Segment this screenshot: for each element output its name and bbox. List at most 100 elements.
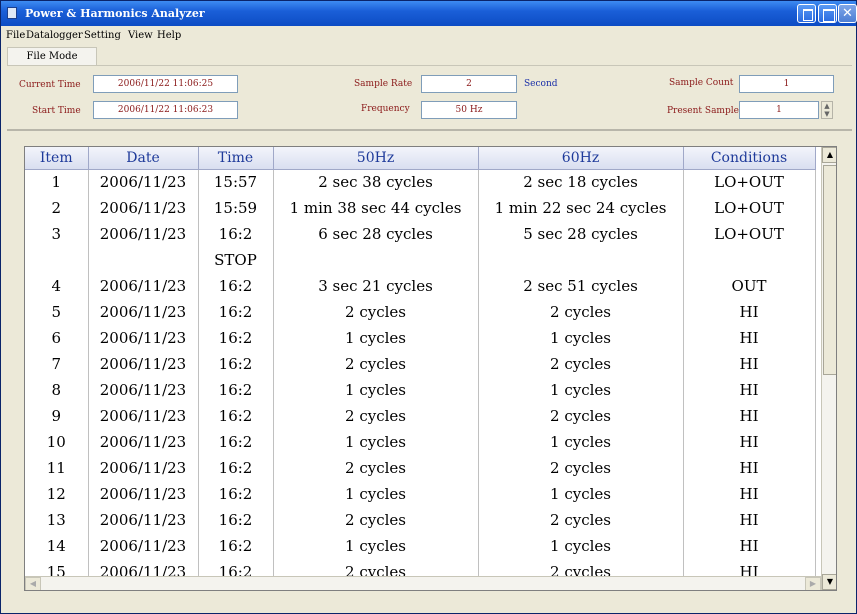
table-row[interactable]: STOP xyxy=(25,247,816,273)
close-icon: ✕ xyxy=(842,6,853,21)
cell-date: 2006/11/23 xyxy=(88,455,199,481)
table-row[interactable]: 5 2006/11/23 16:2 2 cycles 2 cycles HI xyxy=(25,299,816,325)
col-header-item[interactable]: Item xyxy=(25,147,89,170)
table-row[interactable]: 9 2006/11/23 16:2 2 cycles 2 cycles HI xyxy=(25,403,816,429)
minimize-button[interactable] xyxy=(797,4,816,23)
vertical-scrollbar[interactable]: ▲ ▼ xyxy=(821,147,836,590)
maximize-button[interactable] xyxy=(818,4,837,23)
tab-file-mode[interactable]: File Mode xyxy=(7,47,97,66)
table-row[interactable]: 6 2006/11/23 16:2 1 cycles 1 cycles HI xyxy=(25,325,816,351)
info-panel: Current Time 2006/11/22 11:06:25 Start T… xyxy=(7,65,852,125)
table-row[interactable]: 12 2006/11/23 16:2 1 cycles 1 cycles HI xyxy=(25,481,816,507)
cell-time: 16:2 xyxy=(198,533,274,559)
table-row[interactable]: 3 2006/11/23 16:2 6 sec 28 cycles 5 sec 28 c… xyxy=(25,221,816,247)
cell-conditions: LO+OUT xyxy=(683,221,816,247)
frequency-field[interactable]: 50 Hz xyxy=(421,101,517,119)
cell-date: 2006/11/23 xyxy=(88,351,199,377)
scroll-right-button[interactable]: ▶ xyxy=(805,577,821,590)
table-row[interactable]: 13 2006/11/23 16:2 2 cycles 2 cycles HI xyxy=(25,507,816,533)
cell-60hz: 2 cycles xyxy=(478,507,684,533)
cell-date: 2006/11/23 xyxy=(88,273,199,299)
scroll-down-button[interactable]: ▼ xyxy=(822,574,836,590)
table-row[interactable]: 7 2006/11/23 16:2 2 cycles 2 cycles HI xyxy=(25,351,816,377)
cell-item: 3 xyxy=(25,221,89,247)
scroll-thumb[interactable] xyxy=(823,165,836,375)
cell-item: 1 xyxy=(25,169,89,195)
cell-item: 2 xyxy=(25,195,89,221)
current-time-label: Current Time xyxy=(19,80,81,90)
table-row[interactable]: 11 2006/11/23 16:2 2 cycles 2 cycles HI xyxy=(25,455,816,481)
col-header-50hz[interactable]: 50Hz xyxy=(273,147,479,170)
col-header-conditions[interactable]: Conditions xyxy=(683,147,816,170)
title-bar[interactable]: Power & Harmonics Analyzer ✕ xyxy=(1,1,857,26)
table-row[interactable]: 10 2006/11/23 16:2 1 cycles 1 cycles HI xyxy=(25,429,816,455)
cell-time: 16:2 xyxy=(198,403,274,429)
table-row[interactable]: 1 2006/11/23 15:57 2 sec 38 cycles 2 sec 18 … xyxy=(25,169,816,195)
present-sample-label: Present Sample xyxy=(667,106,739,116)
maximize-icon xyxy=(819,5,836,22)
cell-50hz: 1 min 38 sec 44 cycles xyxy=(273,195,479,221)
col-header-date[interactable]: Date xyxy=(88,147,199,170)
frequency-label: Frequency xyxy=(361,104,410,114)
cell-item: 4 xyxy=(25,273,89,299)
cell-item: 12 xyxy=(25,481,89,507)
cell-item: 9 xyxy=(25,403,89,429)
cell-time: 15:59 xyxy=(198,195,274,221)
cell-50hz: 2 cycles xyxy=(273,351,479,377)
cell-date: 2006/11/23 xyxy=(88,533,199,559)
cell-conditions: HI xyxy=(683,507,816,533)
menu-setting[interactable]: Setting xyxy=(84,30,121,41)
menu-datalogger[interactable]: Datalogger xyxy=(26,30,83,41)
app-icon xyxy=(7,7,17,19)
cell-50hz: 3 sec 21 cycles xyxy=(273,273,479,299)
cell-date: 2006/11/23 xyxy=(88,507,199,533)
cell-50hz: 1 cycles xyxy=(273,429,479,455)
table-row[interactable]: 8 2006/11/23 16:2 1 cycles 1 cycles HI xyxy=(25,377,816,403)
close-button[interactable]: ✕ xyxy=(838,4,857,23)
table-row[interactable]: 2 2006/11/23 15:59 1 min 38 sec 44 cycles 1 … xyxy=(25,195,816,221)
data-grid-area: Item Date Time 50Hz 60Hz Conditions 1 200… xyxy=(7,129,852,609)
cell-conditions: HI xyxy=(683,299,816,325)
cell-date: 2006/11/23 xyxy=(88,481,199,507)
table-row[interactable]: 14 2006/11/23 16:2 1 cycles 1 cycles HI xyxy=(25,533,816,559)
horizontal-scrollbar[interactable]: ◀ ▶ xyxy=(25,576,821,590)
cell-time: 16:2 xyxy=(198,299,274,325)
table-row[interactable]: 4 2006/11/23 16:2 3 sec 21 cycles 2 sec 51 c… xyxy=(25,273,816,299)
cell-time: 16:2 xyxy=(198,481,274,507)
scroll-left-button[interactable]: ◀ xyxy=(25,577,41,590)
window-title: Power & Harmonics Analyzer xyxy=(25,7,205,20)
cell-conditions: LO+OUT xyxy=(683,195,816,221)
cell-item: 8 xyxy=(25,377,89,403)
cell-time: 16:2 xyxy=(198,507,274,533)
cell-60hz: 1 cycles xyxy=(478,429,684,455)
cell-item: 5 xyxy=(25,299,89,325)
current-time-field: 2006/11/22 11:06:25 xyxy=(93,75,238,93)
col-header-time[interactable]: Time xyxy=(198,147,274,170)
cell-60hz xyxy=(478,247,684,273)
menu-help[interactable]: Help xyxy=(157,30,181,41)
col-header-60hz[interactable]: 60Hz xyxy=(478,147,684,170)
cell-item: 10 xyxy=(25,429,89,455)
cell-time: 16:2 xyxy=(198,377,274,403)
present-sample-spinner[interactable]: ▲ ▼ xyxy=(821,101,833,119)
cell-date: 2006/11/23 xyxy=(88,169,199,195)
sample-rate-field[interactable]: 2 xyxy=(421,75,517,93)
cell-date: 2006/11/23 xyxy=(88,221,199,247)
start-time-label: Start Time xyxy=(32,106,81,116)
cell-time: 16:2 xyxy=(198,429,274,455)
menu-view[interactable]: View xyxy=(128,30,153,41)
scroll-up-button[interactable]: ▲ xyxy=(822,147,836,163)
cell-conditions: HI xyxy=(683,377,816,403)
cell-time: 16:2 xyxy=(198,351,274,377)
cell-60hz: 2 cycles xyxy=(478,299,684,325)
cell-60hz: 2 sec 18 cycles xyxy=(478,169,684,195)
cell-conditions: OUT xyxy=(683,273,816,299)
events-table-body: Item Date Time 50Hz 60Hz Conditions 1 200… xyxy=(25,147,816,585)
cell-50hz: 1 cycles xyxy=(273,377,479,403)
cell-60hz: 1 cycles xyxy=(478,325,684,351)
cell-60hz: 1 cycles xyxy=(478,533,684,559)
present-sample-field[interactable]: 1 xyxy=(739,101,819,119)
menu-file[interactable]: File xyxy=(6,30,25,41)
menu-bar: File Datalogger Setting View Help xyxy=(2,26,856,46)
cell-time: 16:2 xyxy=(198,325,274,351)
